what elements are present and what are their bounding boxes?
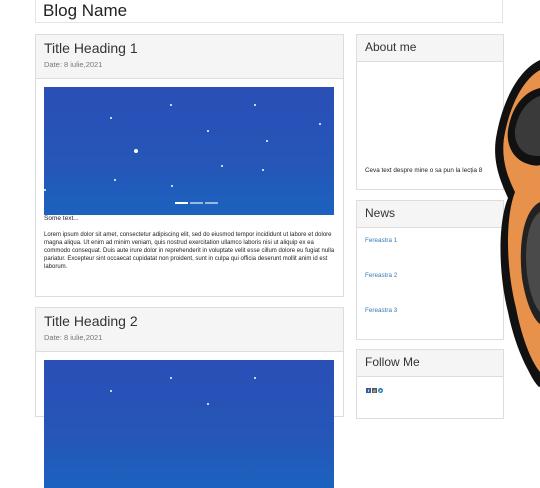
image-carousel[interactable] [44,87,334,215]
news-link-1[interactable]: Fereastra 1 [365,237,397,244]
carousel-indicators[interactable] [175,202,218,204]
post-body: Lorem ipsum dolor sit amet, consectetur … [44,232,335,270]
post-card-header: Title Heading 2 Date: 8 iulie,2021 [36,308,343,352]
image-caption: Some text... [44,215,79,222]
post-card-header: Title Heading 1 Date: 8 iulie,2021 [36,35,343,79]
image-carousel[interactable] [44,360,334,488]
post-card-2: Title Heading 2 Date: 8 iulie,2021 [35,307,344,488]
carousel-indicator[interactable] [205,202,218,204]
telegram-icon[interactable]: ➤ [378,388,383,393]
instagram-icon[interactable]: ◎ [372,388,377,393]
facebook-icon[interactable]: f [366,388,371,393]
news-title: News [365,206,396,220]
carousel-indicator[interactable] [190,202,203,204]
mascot-illustration [495,60,540,388]
post-card-1: Title Heading 1 Date: 8 iulie,2021 Some … [35,34,344,297]
post-date: Date: 8 iulie,2021 [44,333,103,342]
social-icons: f ◎ ➤ [366,388,383,393]
blog-header: Blog Name [35,0,503,23]
post-date: Date: 8 iulie,2021 [44,60,103,69]
news-link-3[interactable]: Fereastra 3 [365,307,397,314]
blog-name[interactable]: Blog Name [43,1,127,21]
follow-title: Follow Me [365,355,420,369]
post-title: Title Heading 2 [44,313,138,329]
about-title: About me [365,40,417,54]
about-text: Ceva text despre mine o sa pun la lecția… [365,167,483,174]
post-title: Title Heading 1 [44,40,138,56]
carousel-indicator[interactable] [175,202,188,204]
news-link-2[interactable]: Fereastra 2 [365,272,397,279]
